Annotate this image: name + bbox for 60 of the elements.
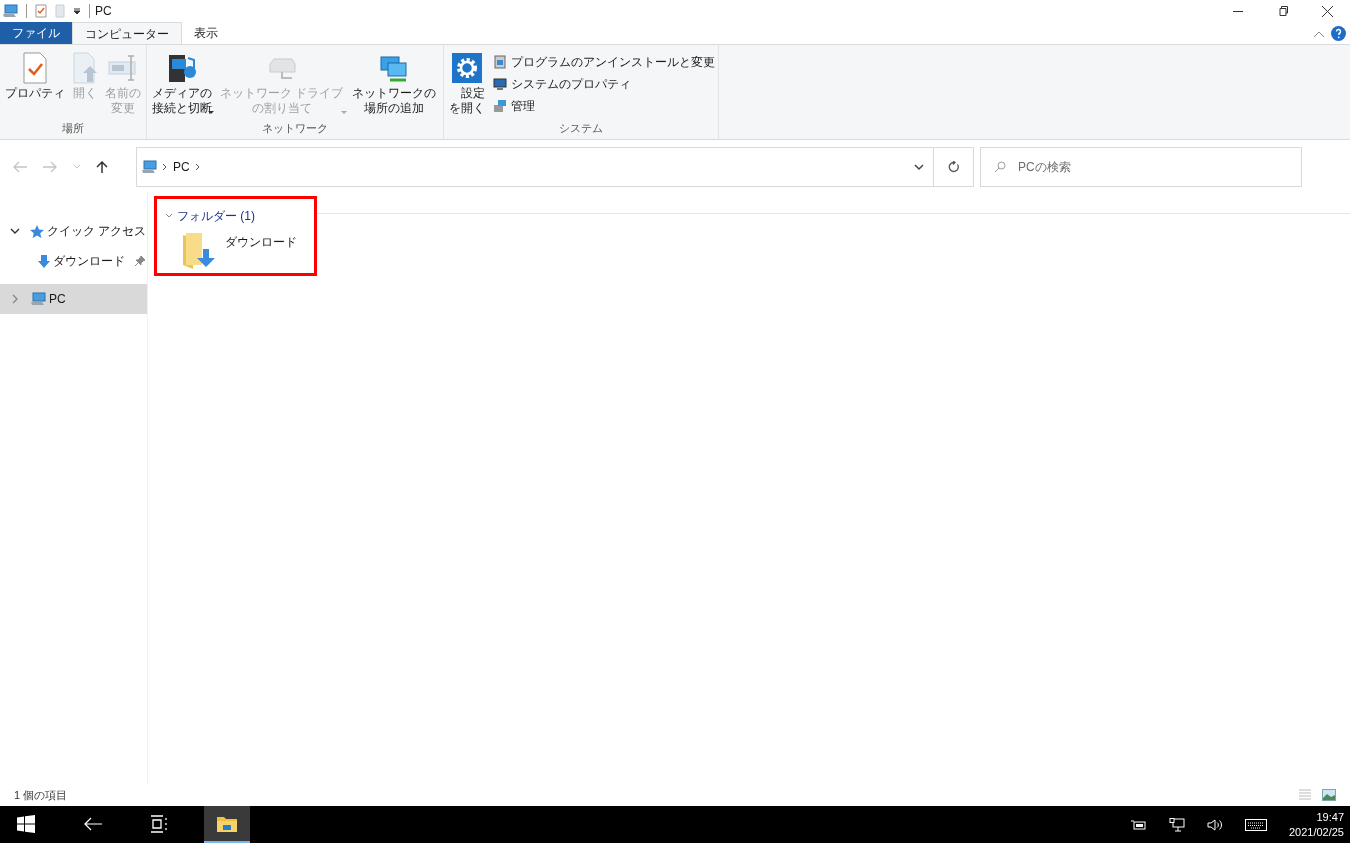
star-icon xyxy=(30,224,44,238)
dropdown-icon[interactable] xyxy=(73,7,81,15)
nav-item[interactable]: ダウンロード xyxy=(0,246,147,276)
battery-icon[interactable] xyxy=(1130,819,1147,830)
ribbon-tab[interactable]: コンピューター xyxy=(72,22,182,44)
folder-item[interactable]: ダウンロード xyxy=(165,225,314,269)
gear-icon xyxy=(451,53,482,83)
help-icon[interactable] xyxy=(1331,26,1346,41)
search-field[interactable]: PCの検索 xyxy=(980,147,1302,187)
clock[interactable]: 19:47 2021/02/25 xyxy=(1288,809,1344,840)
ribbon-button[interactable]: 管理 xyxy=(492,97,715,115)
taskbar-button[interactable] xyxy=(204,806,250,843)
network-icon[interactable] xyxy=(1168,817,1185,832)
computer-icon xyxy=(492,77,507,91)
computer-icon xyxy=(2,4,18,18)
window-title: PC xyxy=(95,3,112,20)
breadcrumb[interactable]: PC xyxy=(173,158,190,176)
ribbon-group-label: システム xyxy=(557,120,604,136)
ribbon-group-label: ネットワーク xyxy=(260,120,329,136)
search-icon xyxy=(994,161,1006,173)
checklist-icon xyxy=(21,52,49,84)
keyboard-icon[interactable] xyxy=(1244,818,1267,831)
document-arrow-icon xyxy=(71,52,99,84)
up-arrow-icon[interactable] xyxy=(96,160,108,174)
ribbon-button[interactable]: ネットワークの場所の追加 xyxy=(349,50,440,120)
status-text: 1 個の項目 xyxy=(14,787,68,803)
download-folder-icon xyxy=(181,231,215,269)
restore-icon xyxy=(1277,6,1288,16)
back-arrow-icon xyxy=(83,816,103,831)
close-icon xyxy=(1322,5,1333,17)
pin-icon[interactable] xyxy=(135,256,145,266)
ribbon-tab[interactable]: ファイル xyxy=(0,22,72,44)
speaker-icon[interactable] xyxy=(1206,817,1223,832)
group-header[interactable]: フォルダー (1) xyxy=(177,207,255,225)
refresh-icon xyxy=(947,161,960,173)
computer-icon xyxy=(141,160,157,174)
nav-item[interactable]: PC xyxy=(0,284,147,314)
folder-icon xyxy=(216,814,238,833)
ribbon-button[interactable]: プログラムのアンインストールと変更 xyxy=(492,53,715,71)
ribbon-button[interactable]: 設定を開く xyxy=(446,50,487,120)
address-bar[interactable]: PC xyxy=(136,147,974,187)
program-box-icon xyxy=(492,55,507,69)
management-icon xyxy=(492,99,507,113)
computer-icon xyxy=(30,292,46,306)
media-server-icon xyxy=(166,52,198,84)
ribbon-tab[interactable]: 表示 xyxy=(182,22,230,44)
large-icons-view-icon[interactable] xyxy=(1322,789,1336,801)
ribbon-button[interactable]: メディアの接続と切断 xyxy=(150,50,214,120)
chevron-icon[interactable] xyxy=(10,226,20,236)
ribbon-group-label: 場所 xyxy=(61,120,85,136)
checklist-icon[interactable] xyxy=(35,4,47,18)
ribbon-button[interactable]: プロパティ xyxy=(3,50,67,120)
windows-logo-icon xyxy=(17,814,35,833)
down-arrow-icon xyxy=(38,254,50,268)
task-view-icon xyxy=(150,814,170,833)
ribbon-button[interactable]: システムのプロパティ xyxy=(492,75,715,93)
nav-item[interactable]: クイック アクセス xyxy=(0,216,147,246)
rename-icon xyxy=(107,52,139,84)
chevron-down-icon[interactable] xyxy=(913,163,925,171)
collapse-ribbon-icon[interactable] xyxy=(1313,29,1325,38)
